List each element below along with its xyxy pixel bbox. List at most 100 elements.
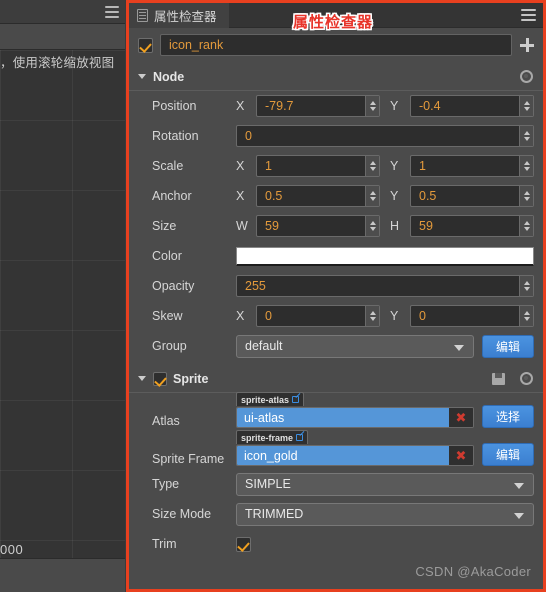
property-label: Skew [152,309,183,323]
watermark-text: CSDN @AkaCoder [415,564,531,579]
property-label: Scale [152,159,184,173]
hamburger-menu-icon[interactable] [105,6,119,18]
size-mode-select[interactable]: TRIMMED [236,502,534,526]
stepper-icon[interactable] [365,216,379,236]
node-enabled-checkbox[interactable] [138,37,153,53]
scale-y-input[interactable]: 1 [410,155,534,177]
rotation-input[interactable]: 0 [236,125,534,147]
stepper-icon[interactable] [519,216,533,236]
stepper-icon[interactable] [519,156,533,176]
chevron-down-icon [514,482,524,489]
inspector-list-icon [137,9,148,22]
property-row-rotation: Rotation 0 [129,121,543,151]
property-row-scale: Scale X 1 Y 1 [129,151,543,181]
section-header-node[interactable]: Node [129,63,543,91]
atlas-asset-wrapper: sprite-atlas ui-atlas ✖ [236,392,474,428]
chevron-down-icon[interactable] [138,376,146,381]
type-select[interactable]: SIMPLE [236,472,534,496]
size-height-input[interactable]: 59 [410,215,534,237]
axis-label-y: Y [390,189,399,203]
screenshot-root: ，使用滚轮缩放视图 000 属性检查器 icon_rank Node Posit… [0,0,546,592]
external-link-icon[interactable] [292,396,300,403]
position-y-input[interactable]: -0.4 [410,95,534,117]
axis-label-h: H [390,219,400,233]
size-height-value: 59 [419,219,433,233]
property-inspector-panel: 属性检查器 icon_rank Node Position X -79.7 Y … [126,0,546,592]
property-label: Type [152,477,180,491]
atlas-type-label: sprite-atlas [241,394,290,405]
node-name-row: icon_rank [129,28,543,63]
chevron-down-icon[interactable] [138,74,146,79]
hamburger-menu-icon[interactable] [521,9,536,21]
scale-x-input[interactable]: 1 [256,155,380,177]
sprite-frame-input[interactable]: icon_gold ✖ [236,445,474,466]
sprite-enabled-checkbox[interactable] [153,371,167,386]
group-select[interactable]: default [236,334,474,358]
anchor-x-input[interactable]: 0.5 [256,185,380,207]
anchor-y-input[interactable]: 0.5 [410,185,534,207]
clear-icon[interactable]: ✖ [448,446,473,465]
tab-property-inspector[interactable]: 属性检查器 [129,3,229,28]
skew-y-input[interactable]: 0 [410,305,534,327]
sprite-frame-asset-wrapper: sprite-frame icon_gold ✖ [236,430,474,466]
property-row-group: Group default 编辑 [129,331,543,361]
anchor-y-value: 0.5 [419,189,437,203]
node-name-input[interactable]: icon_rank [160,34,512,56]
property-row-opacity: Opacity 255 [129,271,543,301]
type-value: SIMPLE [245,477,291,491]
stepper-icon[interactable] [365,306,379,326]
section-title-node: Node [153,69,185,84]
stepper-icon[interactable] [365,96,379,116]
atlas-type-tag: sprite-atlas [236,392,305,406]
save-icon[interactable] [492,372,505,385]
size-width-input[interactable]: 59 [256,215,380,237]
scene-grid-canvas[interactable] [0,50,125,558]
clear-icon[interactable]: ✖ [448,408,473,427]
tab-label: 属性检查器 [154,10,217,24]
group-edit-button[interactable]: 编辑 [481,334,534,358]
color-swatch[interactable] [236,246,534,266]
size-width-value: 59 [265,219,279,233]
property-label: Position [152,99,197,113]
stepper-icon[interactable] [519,276,533,296]
scale-x-value: 1 [265,159,272,173]
opacity-input[interactable]: 255 [236,275,534,297]
property-label: Atlas [152,414,180,428]
atlas-select-button[interactable]: 选择 [481,405,534,428]
scale-y-value: 1 [419,159,426,173]
property-label: Anchor [152,189,192,203]
stepper-icon[interactable] [365,186,379,206]
stepper-icon[interactable] [519,186,533,206]
axis-label-x: X [236,99,245,113]
rotation-value: 0 [245,129,252,143]
scene-panel: ，使用滚轮缩放视图 000 [0,0,125,592]
trim-checkbox[interactable] [236,536,251,552]
axis-label-x: X [236,159,245,173]
stepper-icon[interactable] [519,306,533,326]
section-header-sprite[interactable]: Sprite [129,365,543,393]
anchor-x-value: 0.5 [265,189,283,203]
property-label: Size Mode [152,507,212,521]
stepper-icon[interactable] [519,96,533,116]
scene-footer-bar [0,558,125,592]
position-x-input[interactable]: -79.7 [256,95,380,117]
sprite-frame-edit-button[interactable]: 编辑 [481,443,534,466]
chevron-down-icon [453,344,464,351]
skew-x-value: 0 [265,309,272,323]
gear-icon[interactable] [520,70,533,83]
skew-x-input[interactable]: 0 [256,305,380,327]
gear-icon[interactable] [520,372,533,385]
axis-label-w: W [236,219,248,233]
property-row-trim: Trim [129,529,543,559]
external-link-icon[interactable] [296,434,304,441]
atlas-input[interactable]: ui-atlas ✖ [236,407,474,428]
node-name-value: icon_rank [169,38,224,52]
chevron-down-icon [514,512,524,519]
add-component-button[interactable] [519,37,535,53]
position-x-value: -79.7 [265,99,294,113]
property-row-position: Position X -79.7 Y -0.4 [129,91,543,121]
property-label: Size [152,219,177,233]
stepper-icon[interactable] [519,126,533,146]
stepper-icon[interactable] [365,156,379,176]
property-label: Color [152,249,182,263]
